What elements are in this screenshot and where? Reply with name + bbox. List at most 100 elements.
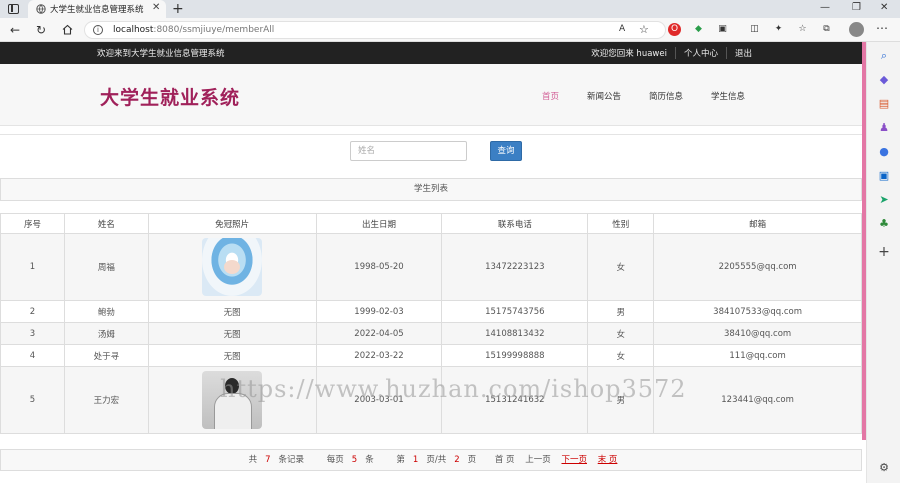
site-info-icon[interactable]: i	[93, 25, 103, 35]
search-icon[interactable]: ⌕	[878, 50, 890, 62]
new-tab-button[interactable]: +	[172, 0, 184, 18]
back-arrow-icon[interactable]: ←	[10, 22, 20, 38]
cell-photo: 无图	[147, 300, 317, 323]
opera-extension-icon[interactable]: O	[668, 23, 681, 36]
home-icon[interactable]	[62, 24, 73, 35]
table-row: 2 鲍勃 无图 1999-02-03 15175743756 男 3841075…	[0, 300, 862, 323]
cell-no: 1	[0, 233, 65, 301]
logout-link[interactable]: 退出	[725, 47, 760, 59]
tab-title: 大学生就业信息管理系统	[50, 5, 144, 15]
cell-phone: 13472223123	[441, 233, 589, 301]
welcome-text: 欢迎来到大学生就业信息管理系统	[97, 49, 225, 59]
site-header: 大学生就业系统 首页 新闻公告 简历信息 学生信息	[0, 64, 862, 126]
cell-gender: 女	[587, 233, 655, 301]
cell-gender: 男	[587, 300, 655, 323]
cell-no: 4	[0, 344, 65, 367]
student-photo	[202, 238, 263, 296]
tag-icon[interactable]: ◆	[878, 74, 890, 86]
extensions-puzzle-icon[interactable]: ✦	[772, 23, 785, 36]
col-header-name: 姓名	[63, 213, 149, 234]
nav-news[interactable]: 新闻公告	[587, 90, 621, 102]
cell-name: 汤姆	[63, 322, 149, 345]
cell-phone: 15131241632	[441, 366, 589, 434]
outlook-icon[interactable]: ▣	[878, 170, 890, 182]
nav-students[interactable]: 学生信息	[711, 90, 745, 102]
user-greeting: 欢迎您回来 huawei	[591, 49, 667, 59]
table-row: 5 王力宏 2003-03-01 15131241632 男 123441@qq…	[0, 366, 862, 434]
nav-home[interactable]: 首页	[542, 90, 559, 102]
user-links: 欢迎您回来 huawei 个人中心 退出	[583, 47, 760, 59]
nav-resume[interactable]: 简历信息	[649, 90, 683, 102]
cell-photo: 无图	[147, 322, 317, 345]
cell-birth: 1998-05-20	[315, 233, 443, 301]
cell-phone: 15175743756	[441, 300, 589, 323]
cell-photo: 无图	[147, 344, 317, 367]
col-header-photo: 免冠照片	[147, 213, 317, 234]
cell-no: 2	[0, 300, 65, 323]
cell-birth: 2003-03-01	[315, 366, 443, 434]
browser-menu-icon[interactable]: ⋯	[876, 21, 888, 35]
cell-no: 3	[0, 322, 65, 345]
shield-extension-icon[interactable]: ◆	[692, 23, 705, 36]
cell-email: 384107533@qq.com	[653, 300, 862, 323]
table-header-row: 序号 姓名 免冠照片 出生日期 联系电话 性别 邮箱	[0, 213, 862, 234]
pagination-bar: 共 7 条记录 每页 5 条 第 1 页/共 2 页 首 页 上一页 下一页 末 页	[0, 449, 862, 471]
games-icon[interactable]: ♟	[878, 122, 890, 134]
address-bar[interactable]: i localhost:8080/ssmjiuye/memberAll A ☆	[84, 21, 666, 39]
split-screen-icon[interactable]: ◫	[748, 23, 761, 36]
cell-email: 111@qq.com	[653, 344, 862, 367]
window-maximize-icon[interactable]: ❐	[852, 2, 861, 13]
url-text: localhost:8080/ssmjiuye/memberAll	[113, 25, 275, 35]
table-row: 3 汤姆 无图 2022-04-05 14108813432 女 38410@q…	[0, 322, 862, 345]
cell-email: 38410@qq.com	[653, 322, 862, 345]
tab-actions-icon[interactable]	[8, 4, 19, 14]
favorite-star-icon[interactable]: ☆	[639, 23, 649, 36]
per-page: 每页 5 条	[326, 455, 374, 465]
site-logo[interactable]: 大学生就业系统	[100, 83, 240, 110]
profile-avatar[interactable]	[849, 22, 864, 37]
search-button[interactable]: 查询	[490, 141, 522, 161]
read-aloud-icon[interactable]: A	[619, 24, 625, 34]
table-row: 4 处于寻 无图 2022-03-22 15199998888 女 111@qq…	[0, 344, 862, 367]
cell-email: 2205555@qq.com	[653, 233, 862, 301]
toolbox-icon[interactable]: ▤	[878, 98, 890, 110]
cell-phone: 15199998888	[441, 344, 589, 367]
add-icon[interactable]: +	[878, 245, 890, 259]
settings-gear-icon[interactable]: ⚙	[878, 462, 890, 474]
col-header-birth: 出生日期	[315, 213, 443, 234]
cell-birth: 2022-03-22	[315, 344, 443, 367]
top-info-bar: 欢迎来到大学生就业信息管理系统 欢迎您回来 huawei 个人中心 退出	[0, 42, 862, 64]
window-minimize-icon[interactable]: —	[820, 2, 830, 13]
window-close-icon[interactable]: ✕	[880, 2, 888, 13]
col-header-gender: 性别	[587, 213, 655, 234]
prev-page-link[interactable]: 上一页	[525, 455, 551, 465]
tree-icon[interactable]: ♣	[878, 218, 890, 230]
col-header-phone: 联系电话	[441, 213, 589, 234]
next-page-link[interactable]: 下一页	[561, 455, 587, 465]
cell-name: 鲍勃	[63, 300, 149, 323]
first-page-link[interactable]: 首 页	[495, 455, 515, 465]
main-nav: 首页 新闻公告 简历信息 学生信息	[542, 90, 773, 102]
tab-close-icon[interactable]: ✕	[152, 2, 160, 13]
page-indicator: 第 1 页/共 2 页	[396, 455, 477, 465]
col-header-email: 邮箱	[653, 213, 862, 234]
browser-tab-bar: 大学生就业信息管理系统 ✕ + — ❐ ✕	[0, 0, 900, 18]
refresh-icon[interactable]: ↻	[36, 22, 46, 38]
favorites-icon[interactable]: ☆	[796, 23, 809, 36]
personal-center-link[interactable]: 个人中心	[674, 47, 726, 59]
student-photo	[202, 371, 263, 429]
page-favicon-icon	[36, 4, 46, 14]
extension-icon[interactable]: ▣	[716, 23, 729, 36]
cell-gender: 女	[587, 322, 655, 345]
last-page-link[interactable]: 末 页	[598, 455, 618, 465]
collections-icon[interactable]: ⧉	[820, 23, 833, 36]
cell-no: 5	[0, 366, 65, 434]
browser-sidebar: ⌕ ◆ ▤ ♟ ● ▣ ➤ ♣ + ⚙	[866, 42, 900, 483]
copilot-icon[interactable]: ●	[878, 146, 890, 158]
send-icon[interactable]: ➤	[878, 194, 890, 206]
browser-tab[interactable]: 大学生就业信息管理系统 ✕	[28, 0, 166, 18]
cell-name: 处于寻	[63, 344, 149, 367]
name-search-input[interactable]	[350, 141, 467, 161]
cell-birth: 2022-04-05	[315, 322, 443, 345]
header-divider	[0, 134, 862, 135]
